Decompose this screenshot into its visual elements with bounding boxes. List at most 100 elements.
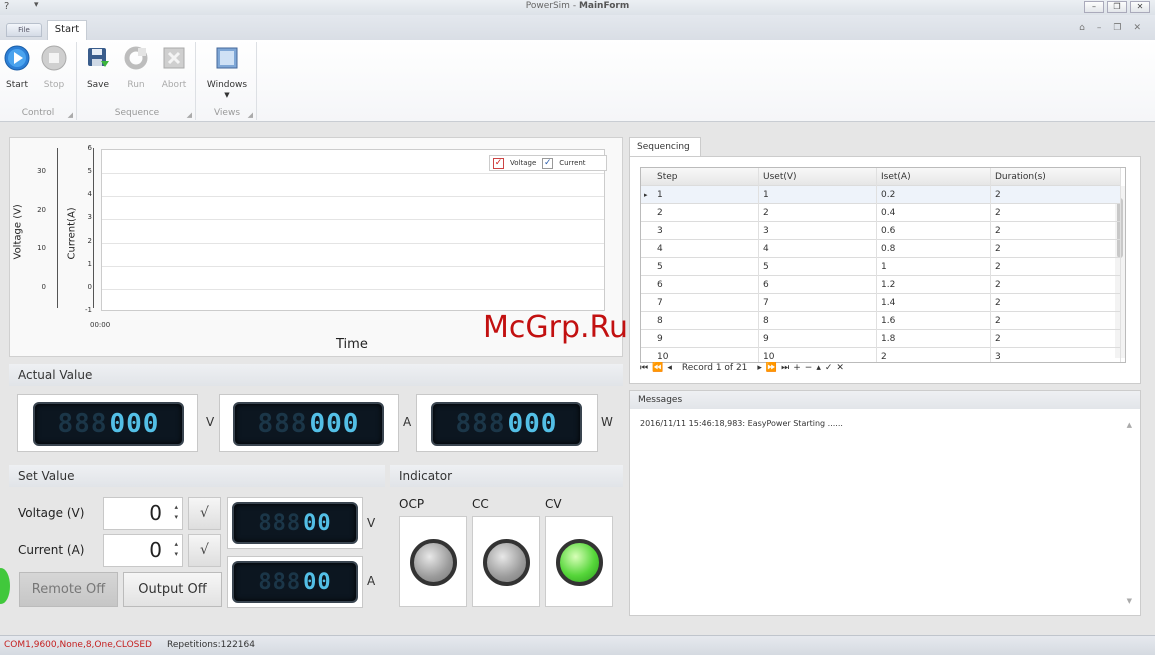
nav-last-icon[interactable]: ⏭: [781, 363, 789, 373]
nav-edit-icon[interactable]: ▴: [816, 363, 821, 373]
nav-remove-icon[interactable]: −: [805, 363, 813, 373]
save-icon: [88, 48, 109, 67]
table-cell[interactable]: 5: [759, 258, 877, 276]
current-unit: A: [403, 415, 412, 429]
table-cell[interactable]: 1.8: [877, 330, 991, 348]
mdi-close-icon[interactable]: ✕: [1133, 23, 1141, 33]
table-cell[interactable]: 1.6: [877, 312, 991, 330]
table-cell[interactable]: 2: [991, 258, 1121, 276]
table-cell[interactable]: 8: [641, 312, 759, 330]
nav-next-page-icon[interactable]: ⏩: [766, 363, 777, 373]
table-cell[interactable]: 5: [641, 258, 759, 276]
table-row[interactable]: 3 3 0.6 2: [641, 222, 1121, 240]
nav-add-icon[interactable]: +: [793, 363, 801, 373]
table-cell[interactable]: 2: [991, 204, 1121, 222]
column-header[interactable]: Duration(s): [991, 168, 1121, 186]
table-cell[interactable]: 9: [641, 330, 759, 348]
stop-button[interactable]: Stop: [37, 45, 71, 90]
scroll-up-icon[interactable]: ▲: [1127, 421, 1132, 429]
table-cell[interactable]: 2: [991, 186, 1121, 204]
table-cell[interactable]: 2: [759, 204, 877, 222]
table-cell[interactable]: 0.4: [877, 204, 991, 222]
table-row[interactable]: 4 4 0.8 2: [641, 240, 1121, 258]
table-cell[interactable]: 2: [641, 204, 759, 222]
apply-current-button[interactable]: √: [188, 534, 221, 567]
tab-start[interactable]: Start: [47, 20, 87, 40]
run-button[interactable]: Run: [119, 45, 153, 90]
table-cell[interactable]: 7: [759, 294, 877, 312]
remote-off-button[interactable]: Remote Off: [19, 572, 118, 607]
table-cell[interactable]: 1: [759, 186, 877, 204]
table-cell[interactable]: 2: [991, 330, 1121, 348]
table-cell[interactable]: 2: [991, 222, 1121, 240]
nav-prev-page-icon[interactable]: ⏪: [652, 363, 663, 373]
current-tick-label: 4: [87, 190, 92, 199]
table-cell[interactable]: 1.2: [877, 276, 991, 294]
table-cell[interactable]: 0.8: [877, 240, 991, 258]
table-cell[interactable]: 9: [759, 330, 877, 348]
table-cell[interactable]: 6: [759, 276, 877, 294]
gridline: [102, 196, 604, 198]
windows-button[interactable]: Windows ▼: [203, 45, 251, 99]
scroll-down-icon[interactable]: ▼: [1127, 597, 1132, 605]
table-cell[interactable]: 3: [641, 222, 759, 240]
table-cell[interactable]: 2: [991, 240, 1121, 258]
column-header[interactable]: Uset(V): [759, 168, 877, 186]
minimize-icon[interactable]: –: [1084, 1, 1104, 13]
nav-prev-icon[interactable]: ◂: [667, 363, 672, 373]
table-cell[interactable]: 7: [641, 294, 759, 312]
mdi-minimize-icon[interactable]: –: [1097, 23, 1102, 33]
current-legend-checkbox[interactable]: ✓: [542, 157, 554, 169]
nav-confirm-icon[interactable]: ✓: [825, 363, 833, 373]
tab-sequencing[interactable]: Sequencing: [629, 137, 701, 157]
table-cell[interactable]: 2: [991, 294, 1121, 312]
record-counter: Record 1 of 21: [681, 362, 748, 373]
mdi-home-icon[interactable]: ⌂: [1079, 23, 1085, 33]
voltage-spinner[interactable]: 0 ▴ ▾: [103, 497, 183, 530]
mdi-restore-icon[interactable]: ❐: [1113, 23, 1121, 33]
dialog-launcher-icon[interactable]: ◢: [187, 111, 192, 119]
abort-button[interactable]: Abort: [157, 45, 191, 90]
table-cell[interactable]: 1: [641, 186, 759, 204]
table-cell[interactable]: 6: [641, 276, 759, 294]
table-row[interactable]: 5512: [641, 258, 1121, 276]
table-cell[interactable]: 1.4: [877, 294, 991, 312]
column-header[interactable]: Iset(A): [877, 168, 991, 186]
table-cell[interactable]: 1: [877, 258, 991, 276]
restore-icon[interactable]: ❐: [1107, 1, 1127, 13]
table-row[interactable]: 2 2 0.4 2: [641, 204, 1121, 222]
table-cell[interactable]: 4: [759, 240, 877, 258]
voltage-axis-label: Voltage (V): [12, 204, 24, 260]
current-spinner[interactable]: 0 ▴ ▾: [103, 534, 183, 567]
spinner-arrows-icon[interactable]: ▴ ▾: [174, 502, 178, 522]
save-button[interactable]: Save: [81, 45, 115, 90]
close-icon[interactable]: ✕: [1130, 1, 1150, 13]
table-row[interactable]: 9 9 1.8 2: [641, 330, 1121, 348]
apply-voltage-button[interactable]: √: [188, 497, 221, 530]
voltage-legend-checkbox[interactable]: ✓: [493, 157, 504, 169]
nav-cancel-icon[interactable]: ✕: [836, 363, 844, 373]
table-cell[interactable]: 4: [641, 240, 759, 258]
table-cell[interactable]: 2: [991, 312, 1121, 330]
abort-icon: [163, 47, 185, 69]
table-row[interactable]: 7 7 1.4 2: [641, 294, 1121, 312]
dialog-launcher-icon[interactable]: ◢: [68, 111, 73, 119]
dialog-launcher-icon[interactable]: ◢: [248, 111, 253, 119]
table-cell[interactable]: 3: [759, 222, 877, 240]
nav-next-icon[interactable]: ▸: [757, 363, 762, 373]
tab-file[interactable]: File: [6, 23, 42, 37]
table-cell[interactable]: 0.2: [877, 186, 991, 204]
spinner-arrows-icon[interactable]: ▴ ▾: [174, 539, 178, 559]
output-off-button[interactable]: Output Off: [123, 572, 222, 607]
current-readout-box: 888 000: [219, 394, 399, 452]
start-button[interactable]: Start: [0, 45, 34, 90]
table-cell[interactable]: 0.6: [877, 222, 991, 240]
side-badge-icon: [0, 568, 10, 604]
column-header[interactable]: Step: [641, 168, 759, 186]
nav-first-icon[interactable]: ⏮: [640, 363, 648, 373]
table-cell[interactable]: 2: [991, 276, 1121, 294]
table-cell[interactable]: 8: [759, 312, 877, 330]
table-row[interactable]: 6 6 1.2 2: [641, 276, 1121, 294]
table-row[interactable]: 8 8 1.6 2: [641, 312, 1121, 330]
table-row[interactable]: ▸ 1 1 0.2 2: [641, 186, 1121, 204]
